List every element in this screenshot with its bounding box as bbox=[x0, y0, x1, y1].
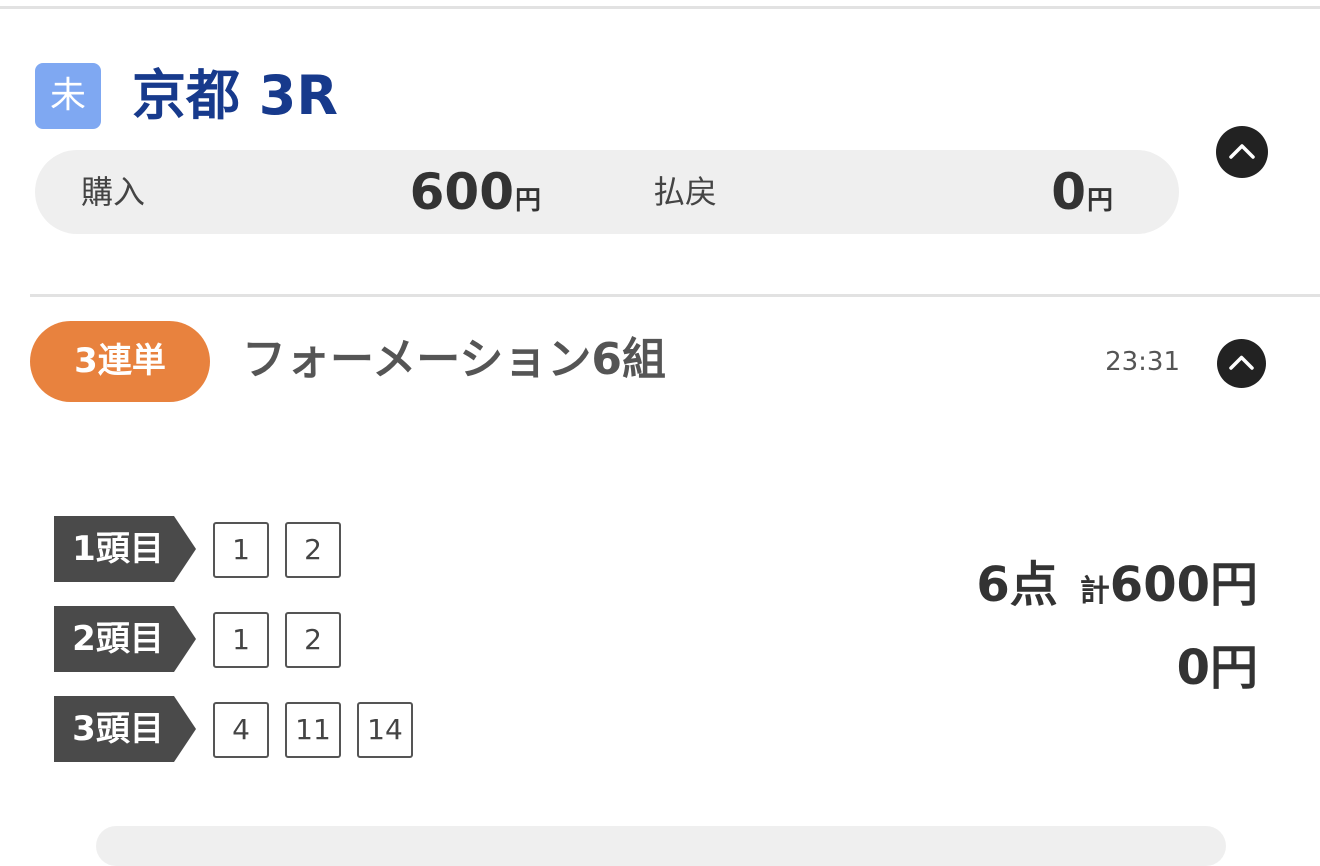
ticket-collapse-button[interactable] bbox=[1217, 339, 1266, 388]
position-label-text: 3頭目 bbox=[72, 709, 164, 749]
position-label: 1頭目 bbox=[54, 516, 196, 582]
ticket-total: 600円 bbox=[1109, 557, 1258, 613]
purchase-amount: 600円 bbox=[410, 150, 541, 243]
position-label-text: 1頭目 bbox=[72, 529, 164, 569]
payout-label: 払戻 bbox=[653, 173, 718, 211]
payout-amount-unit: 円 bbox=[1086, 186, 1113, 216]
bet-type-badge: 3連単 bbox=[30, 321, 210, 402]
ticket-time: 23:31 bbox=[1105, 347, 1180, 377]
ticket-points: 6点 bbox=[976, 557, 1058, 613]
purchase-amount-value: 600 bbox=[409, 163, 514, 221]
purchase-amount-unit: 円 bbox=[514, 186, 541, 216]
horse-number-box: 4 bbox=[213, 702, 269, 758]
payout-amount-value: 0 bbox=[1051, 163, 1086, 221]
horse-number-box: 2 bbox=[285, 522, 341, 578]
horse-number-box: 1 bbox=[213, 522, 269, 578]
horse-number-box: 11 bbox=[285, 702, 341, 758]
horse-number-box: 2 bbox=[285, 612, 341, 668]
ticket-total-prefix: 計 bbox=[1079, 574, 1110, 609]
position-label-text: 2頭目 bbox=[72, 619, 164, 659]
chevron-up-icon bbox=[1229, 355, 1254, 370]
payout-amount: 0円 bbox=[1051, 150, 1113, 243]
next-card-edge bbox=[96, 826, 1226, 866]
race-collapse-button[interactable] bbox=[1216, 126, 1268, 178]
purchase-label: 購入 bbox=[81, 173, 146, 211]
race-summary-bar: 購入 600円 払戻 0円 bbox=[35, 150, 1179, 234]
horse-number-box: 14 bbox=[357, 702, 413, 758]
ticket-description: フォーメーション6組 bbox=[242, 334, 666, 385]
position-label: 2頭目 bbox=[54, 606, 196, 672]
position-label: 3頭目 bbox=[54, 696, 196, 762]
ticket-points-total: 6点 計600円 bbox=[976, 553, 1258, 628]
horse-number-box: 1 bbox=[213, 612, 269, 668]
ticket-payout: 0円 bbox=[1176, 640, 1258, 696]
top-divider bbox=[0, 6, 1320, 9]
race-title: 京都 3R bbox=[132, 64, 338, 127]
section-divider bbox=[30, 294, 1320, 297]
chevron-up-icon bbox=[1229, 144, 1255, 159]
race-status-badge: 未 bbox=[35, 63, 101, 129]
